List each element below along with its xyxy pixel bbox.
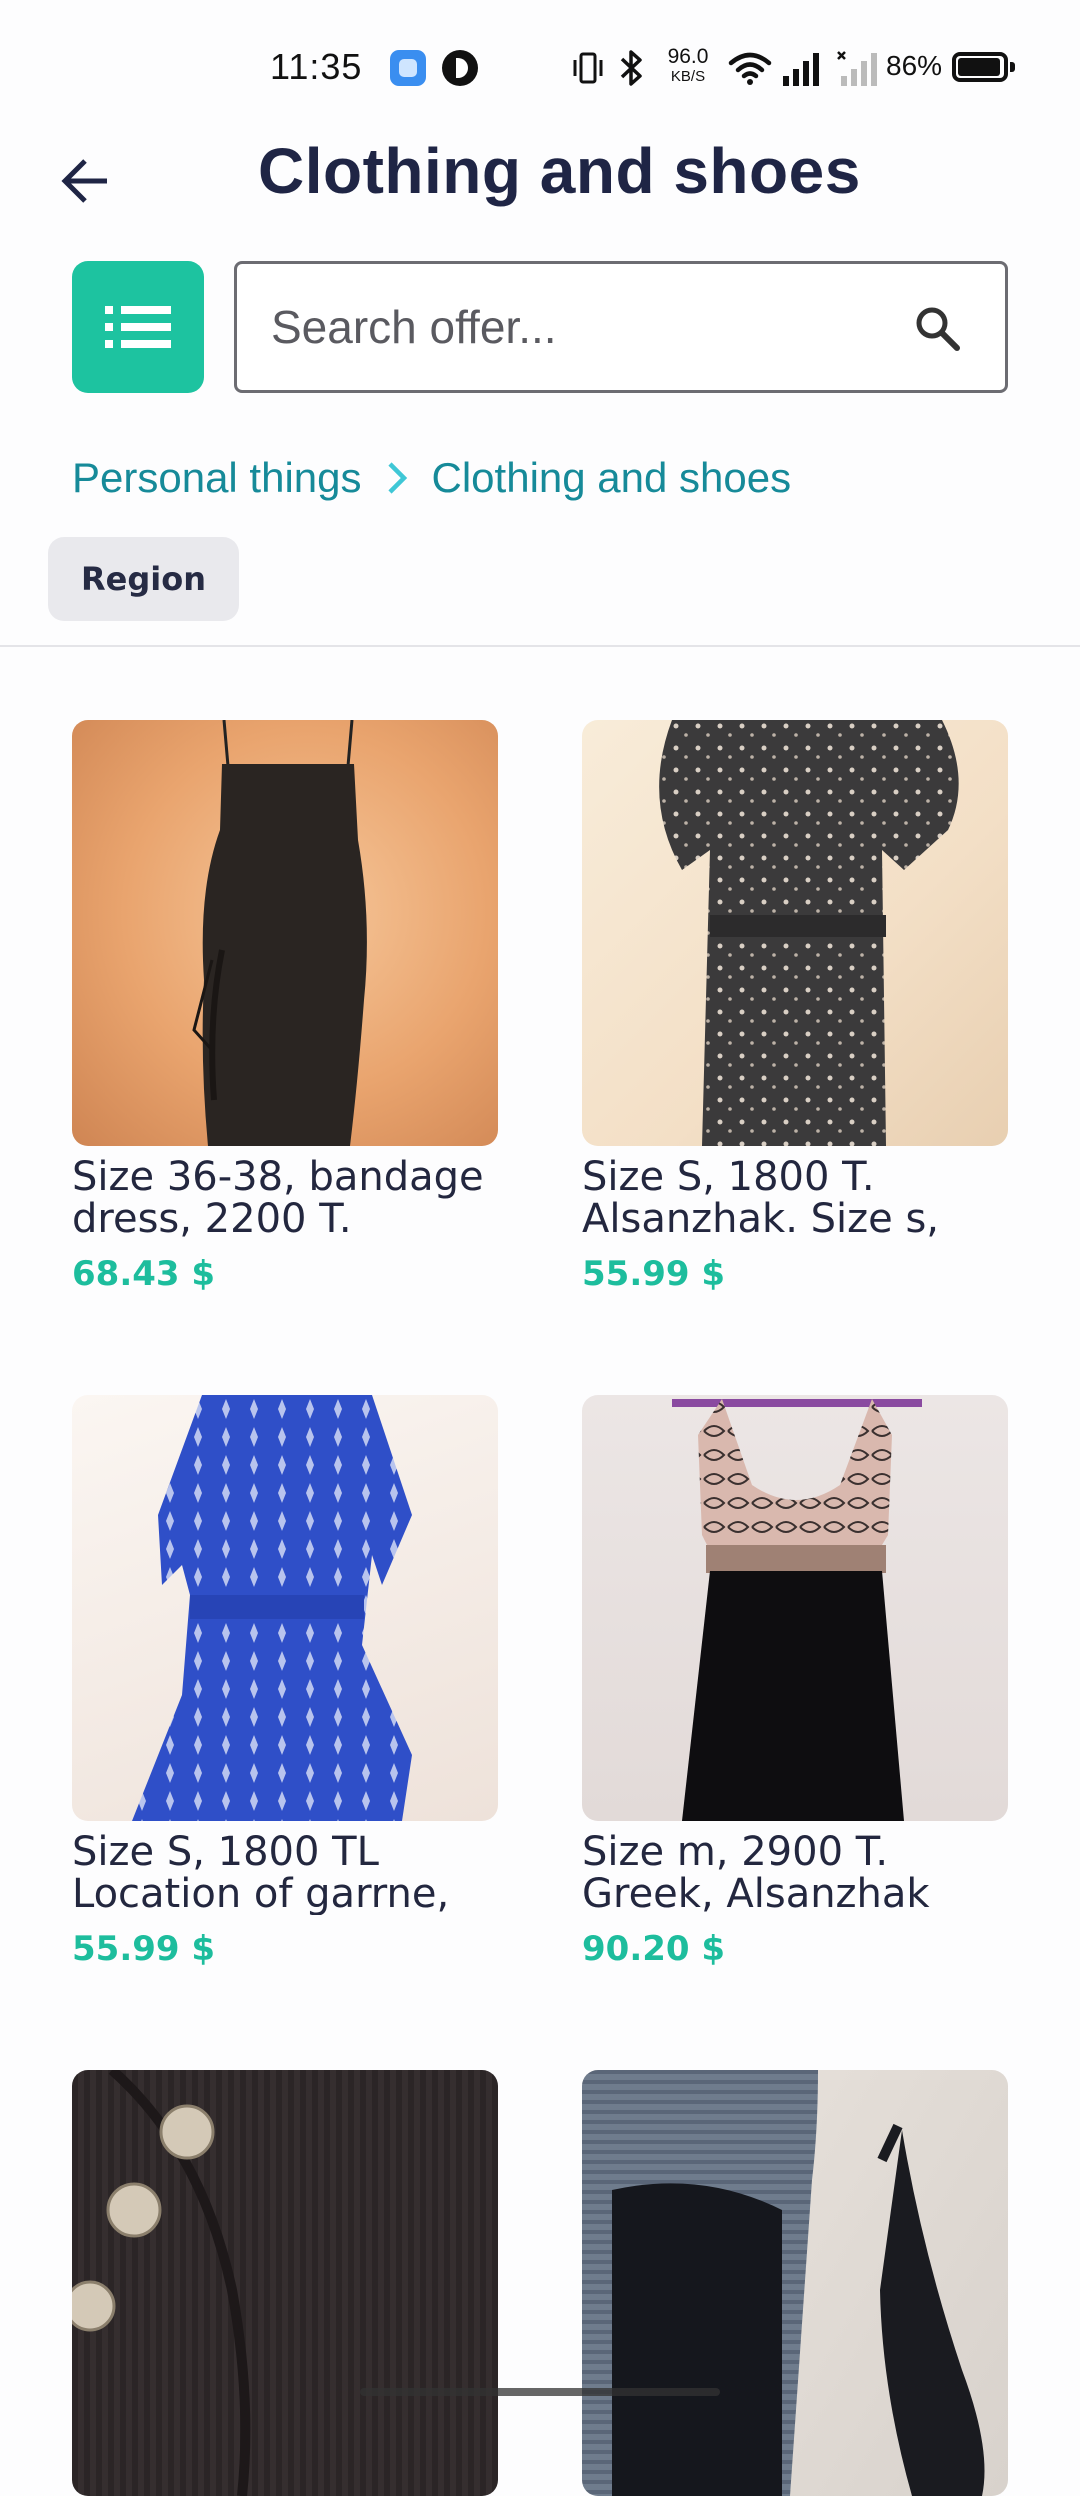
listing-image[interactable] — [72, 2070, 498, 2496]
breadcrumb-item-personal-things[interactable]: Personal things — [72, 454, 362, 502]
network-speed: 96.0 KB/S — [667, 45, 709, 85]
listing-image[interactable] — [582, 2070, 1008, 2496]
listing-title: Size m, 2900 T. Greek, Alsanzhak — [582, 1831, 930, 1915]
listing-image[interactable] — [582, 720, 1008, 1146]
listing-title: Size S, 1800 TL Location of garrne, — [72, 1831, 450, 1915]
listing-price: 55.99 $ — [72, 1929, 216, 1969]
dress-photo — [659, 720, 959, 1146]
breadcrumb-item-clothing-and-shoes[interactable]: Clothing and shoes — [432, 454, 792, 502]
listing-price: 55.99 $ — [582, 1254, 726, 1294]
home-indicator[interactable] — [360, 2388, 720, 2396]
app-notification-icon — [390, 50, 426, 86]
page-title: Clothing and shoes — [258, 135, 861, 207]
search-box — [234, 261, 1008, 393]
listing-price: 90.20 $ — [582, 1929, 726, 1969]
dress-photo — [672, 1399, 922, 1821]
battery-icon — [952, 52, 1015, 82]
signal-no-sim-icon — [837, 51, 877, 86]
listing-title: Size S, 1800 T. Alsanzhak. Size s, — [582, 1156, 940, 1240]
battery-percent: 86% — [886, 50, 943, 81]
listing-card[interactable]: Size m, 2900 T. Greek, Alsanzhak 90.20 $ — [582, 1395, 1008, 1969]
status-bar: 11:35 96.0 KB/S 86% — [0, 0, 1080, 136]
back-button[interactable] — [50, 146, 120, 216]
listing-image[interactable] — [72, 1395, 498, 1821]
listing-image[interactable] — [72, 720, 498, 1146]
dress-photo — [132, 1395, 412, 1821]
listing-price: 68.43 $ — [72, 1254, 216, 1294]
wifi-icon — [728, 52, 772, 85]
divider — [0, 645, 1080, 647]
list-icon — [105, 306, 171, 348]
region-filter-chip[interactable]: Region — [48, 537, 239, 621]
breadcrumb: Personal things Clothing and shoes — [72, 448, 791, 508]
listing-card[interactable] — [72, 2070, 498, 2496]
list-view-button[interactable] — [72, 261, 204, 393]
shoes-photo — [582, 2070, 985, 2496]
vibrate-icon — [573, 52, 603, 84]
listing-title: Size 36-38, bandage dress, 2200 T. — [72, 1156, 484, 1240]
search-icon[interactable] — [913, 304, 961, 352]
listing-card[interactable]: Size S, 1800 T. Alsanzhak. Size s, 55.99… — [582, 720, 1008, 1294]
search-input[interactable] — [271, 264, 911, 390]
listing-card[interactable] — [582, 2070, 1008, 2496]
signal-icon — [783, 53, 819, 86]
app-header: Clothing and shoes — [0, 120, 1080, 240]
listing-card[interactable]: Size 36-38, bandage dress, 2200 T. 68.43… — [72, 720, 498, 1294]
bluetooth-icon — [620, 50, 642, 86]
arrow-left-icon — [61, 159, 107, 203]
listing-card[interactable]: Size S, 1800 TL Location of garrne, 55.9… — [72, 1395, 498, 1969]
app-notification-icon — [442, 50, 478, 86]
status-time: 11:35 — [270, 46, 363, 87]
listing-image[interactable] — [582, 1395, 1008, 1821]
sweater-photo — [72, 2070, 251, 2496]
chevron-right-icon — [387, 462, 407, 494]
dress-photo — [192, 720, 367, 1146]
